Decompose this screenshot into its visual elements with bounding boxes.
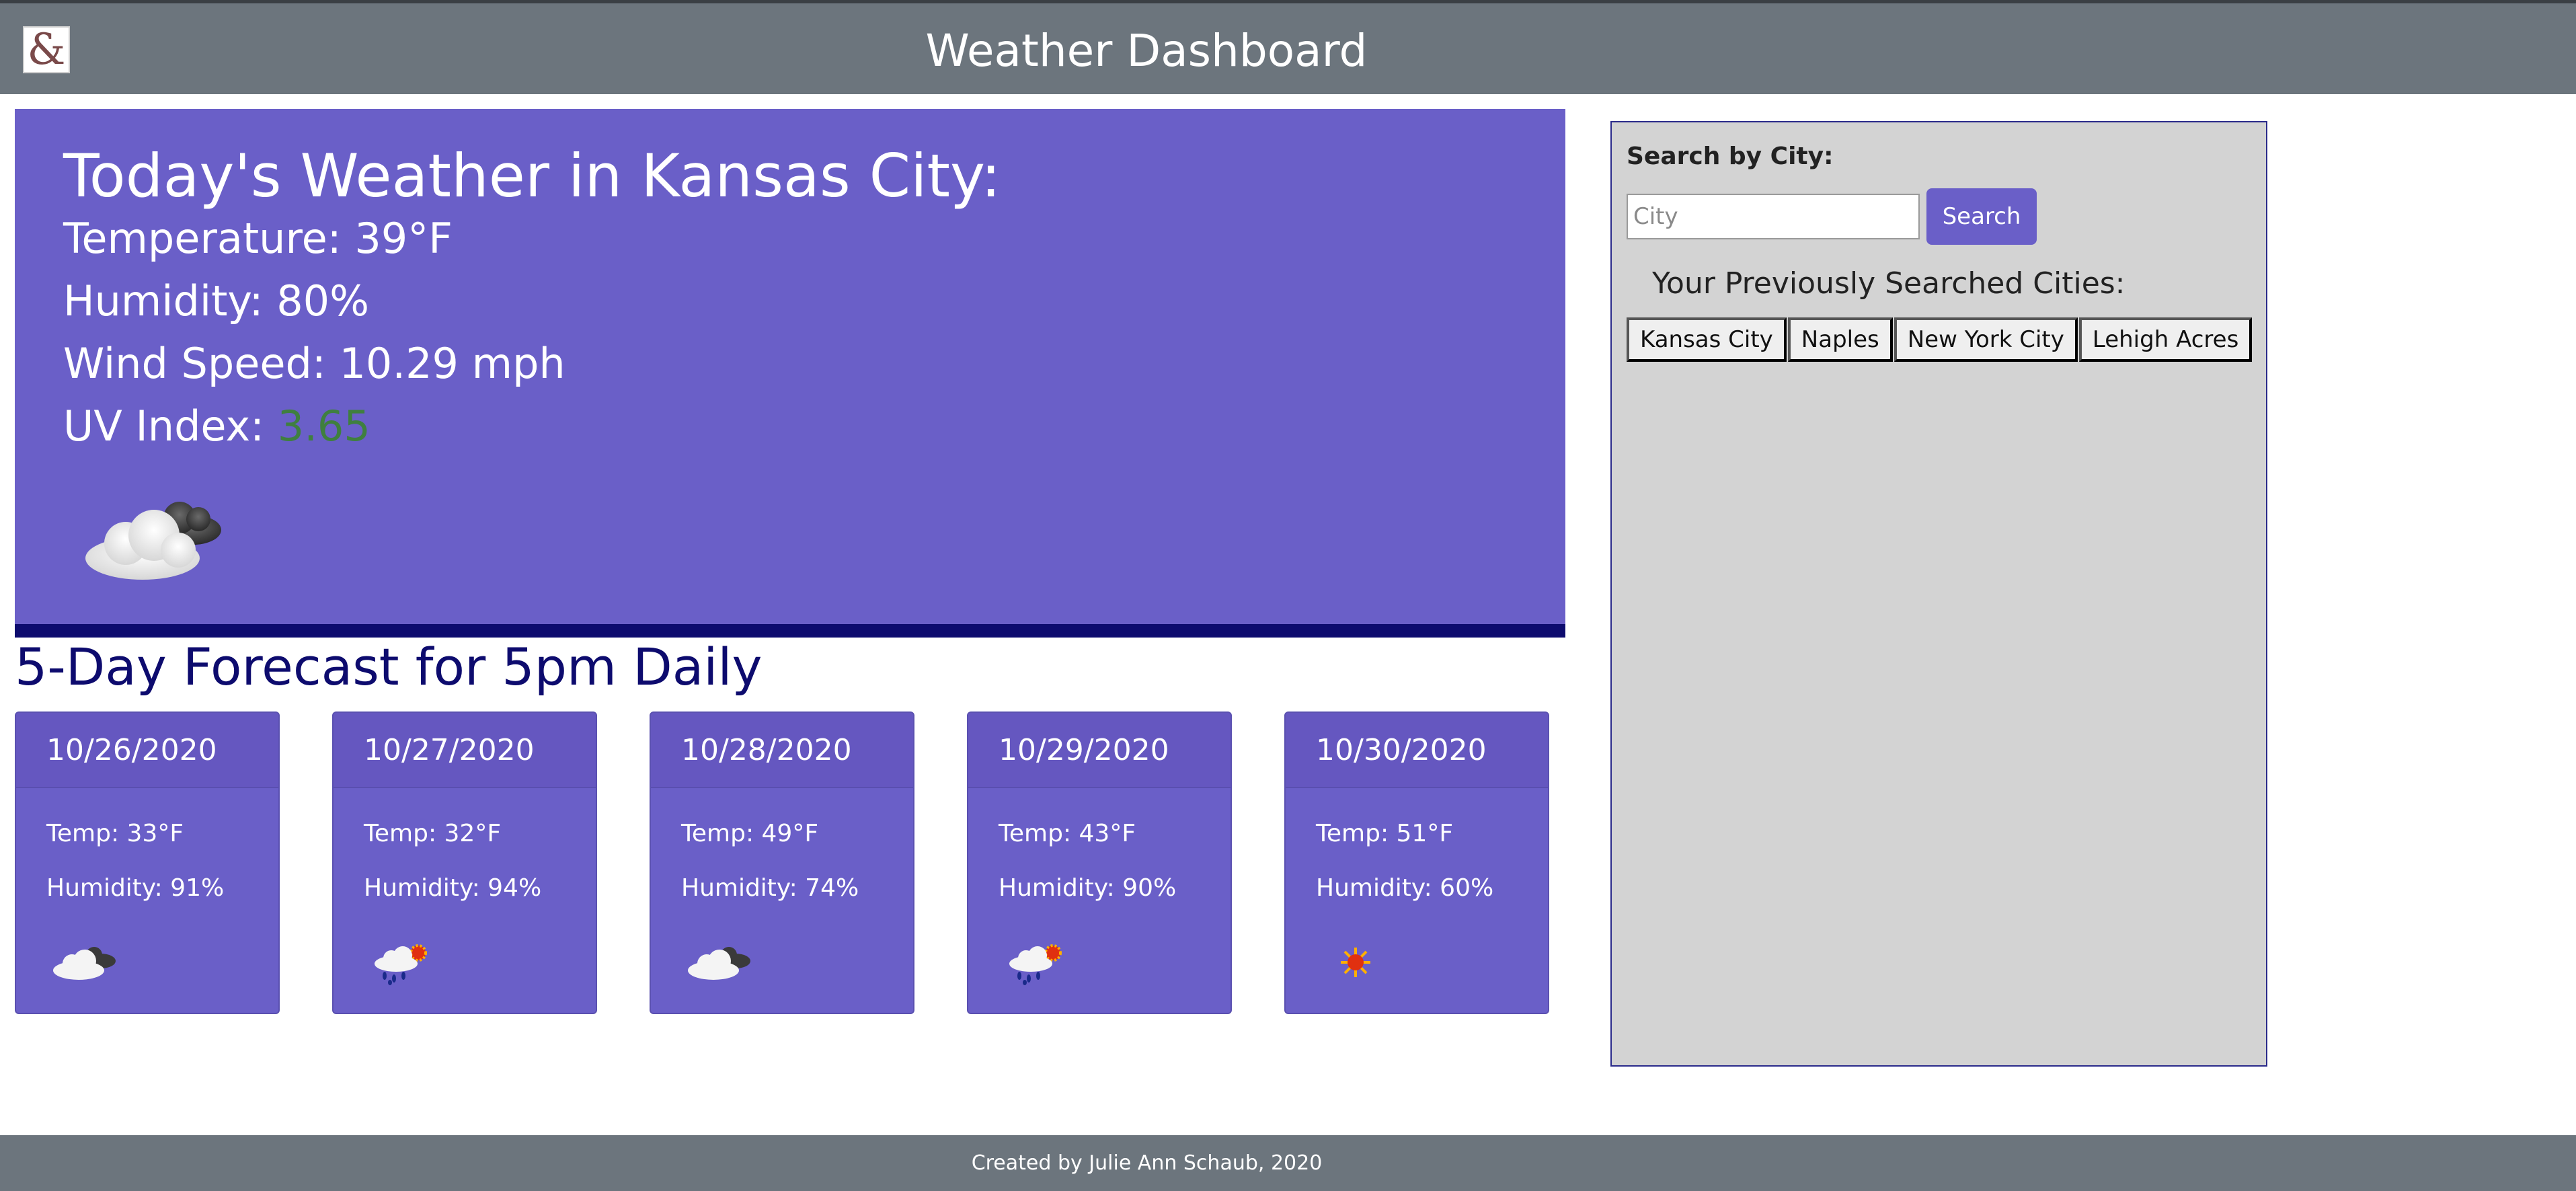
- search-sidebar: Search by City: Search Your Previously S…: [1610, 121, 2267, 1067]
- uv-index-label: UV Index:: [63, 401, 278, 451]
- sun-icon: [1341, 948, 1370, 977]
- header-bar: & Weather Dashboard: [0, 0, 2576, 94]
- forecast-date: 10/26/2020: [16, 713, 278, 788]
- forecast-card: 10/26/2020 Temp: 33°F Humidity: 91%: [15, 712, 280, 1014]
- forecast-date: 10/29/2020: [968, 713, 1231, 788]
- city-button-lehigh-acres[interactable]: Lehigh Acres: [2078, 317, 2253, 362]
- forecast-date: 10/27/2020: [334, 713, 596, 788]
- current-weather-panel: Today's Weather in Kansas City: Temperat…: [15, 109, 1565, 638]
- forecast-card: 10/29/2020 Temp: 43°F Humidity: 90%: [967, 712, 1232, 1014]
- current-weather-title: Today's Weather in Kansas City:: [63, 141, 1001, 210]
- forecast-humidity: Humidity: 94%: [364, 874, 542, 902]
- forecast-humidity: Humidity: 90%: [999, 874, 1177, 902]
- city-button-naples[interactable]: Naples: [1787, 317, 1893, 362]
- city-button-kansas-city[interactable]: Kansas City: [1627, 317, 1787, 362]
- current-wind-speed: Wind Speed: 10.29 mph: [63, 339, 565, 388]
- search-label: Search by City:: [1627, 143, 1834, 170]
- forecast-date: 10/28/2020: [651, 713, 913, 788]
- forecast-card: 10/27/2020 Temp: 32°F Humidity: 94%: [332, 712, 597, 1014]
- forecast-temp: Temp: 32°F: [364, 820, 502, 847]
- rain-sun-icon: [1009, 944, 1062, 985]
- current-temperature: Temperature: 39°F: [63, 214, 453, 263]
- forecast-temp: Temp: 33°F: [46, 820, 184, 847]
- forecast-humidity: Humidity: 74%: [681, 874, 859, 902]
- forecast-humidity: Humidity: 91%: [46, 874, 225, 902]
- cloud-icon: [85, 502, 221, 580]
- current-uv-index: UV Index: 3.65: [63, 399, 370, 453]
- forecast-date: 10/30/2020: [1286, 713, 1548, 788]
- uv-index-value: 3.65: [277, 401, 370, 451]
- page-title: Weather Dashboard: [925, 25, 1368, 77]
- cloud-icon: [53, 947, 116, 980]
- rain-sun-icon: [375, 944, 427, 985]
- forecast-title: 5-Day Forecast for 5pm Daily: [15, 637, 763, 697]
- forecast-humidity: Humidity: 60%: [1316, 874, 1494, 902]
- cloud-icon: [688, 947, 750, 980]
- forecast-card: 10/28/2020 Temp: 49°F Humidity: 74%: [650, 712, 914, 1014]
- forecast-temp: Temp: 43°F: [999, 820, 1136, 847]
- forecast-card: 10/30/2020 Temp: 51°F Humidity: 60%: [1284, 712, 1549, 1014]
- forecast-temp: Temp: 49°F: [681, 820, 819, 847]
- previous-cities-list: Kansas City Naples New York City Lehigh …: [1627, 317, 2253, 362]
- current-humidity: Humidity: 80%: [63, 276, 370, 325]
- previous-cities-title: Your Previously Searched Cities:: [1652, 266, 2125, 301]
- city-button-new-york-city[interactable]: New York City: [1894, 317, 2078, 362]
- search-button[interactable]: Search: [1926, 188, 2037, 245]
- city-search-input[interactable]: [1627, 194, 1920, 239]
- forecast-temp: Temp: 51°F: [1316, 820, 1454, 847]
- footer: Created by Julie Ann Schaub, 2020: [0, 1135, 2576, 1191]
